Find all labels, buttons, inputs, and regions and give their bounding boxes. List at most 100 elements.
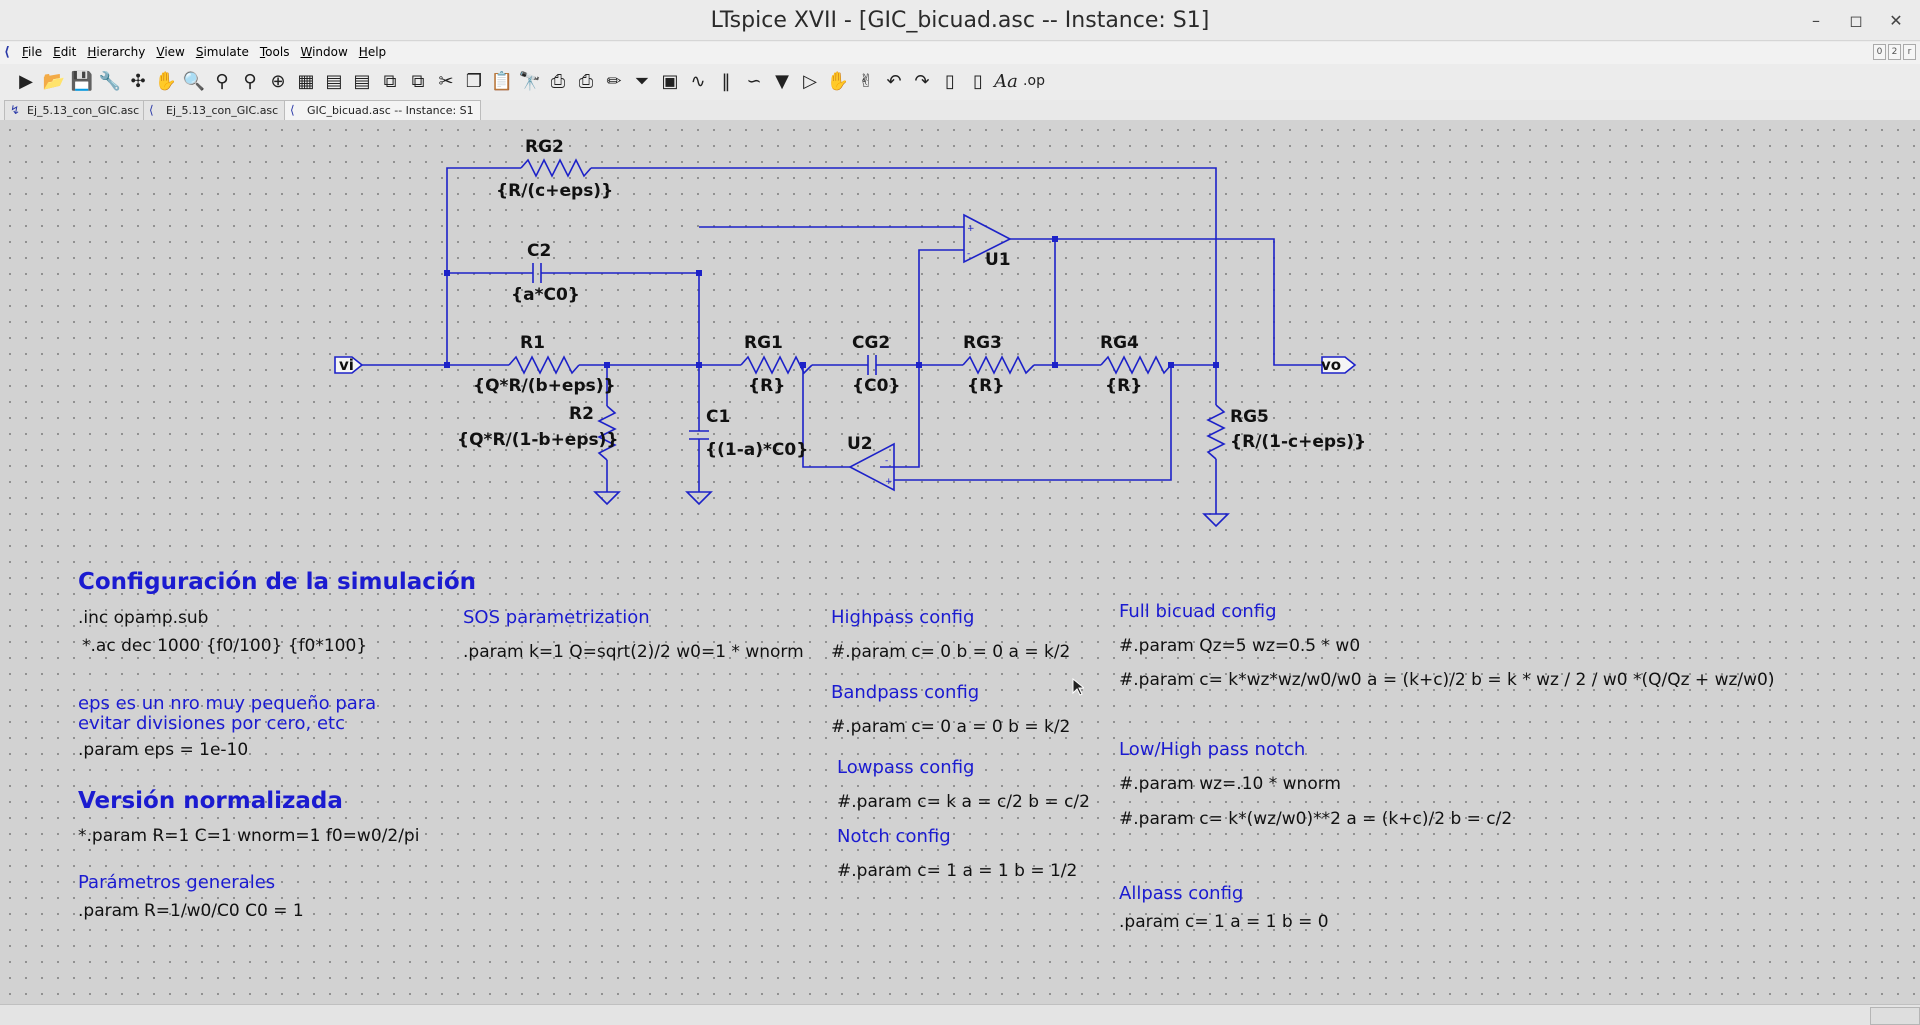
halt-icon[interactable]: ✣ bbox=[124, 68, 152, 94]
grid-icon[interactable]: ▤ bbox=[320, 68, 348, 94]
note-ap-title[interactable]: Allpass config bbox=[1119, 883, 1243, 904]
cascade-icon[interactable]: ⧉ bbox=[376, 68, 404, 94]
note-norm-title[interactable]: Versión normalizada bbox=[78, 788, 343, 814]
rg2-value[interactable]: {R/(c+eps)} bbox=[496, 181, 613, 201]
cg2-value[interactable]: {C0} bbox=[852, 376, 901, 396]
note-lp-title[interactable]: Lowpass config bbox=[837, 757, 974, 778]
directive-ac[interactable]: *.ac dec 1000 {f0/100} {f0*100} bbox=[82, 636, 367, 656]
text-icon[interactable]: Aa bbox=[992, 68, 1020, 94]
directive-lp[interactable]: #.param c= k a = c/2 b = c/2 bbox=[837, 792, 1090, 812]
r1-value[interactable]: {Q*R/(b+eps)} bbox=[473, 376, 616, 396]
u2-label[interactable]: U2 bbox=[847, 434, 873, 454]
note-gen-title[interactable]: Parámetros generales bbox=[78, 872, 275, 893]
vi-port-label[interactable]: vi bbox=[339, 356, 354, 374]
c2-label[interactable]: C2 bbox=[527, 241, 551, 261]
directive-full-2[interactable]: #.param c= k*wz*wz/w0/w0 a = (k+c)/2 b =… bbox=[1119, 670, 1774, 690]
cg2-label[interactable]: CG2 bbox=[852, 333, 890, 353]
directive-bp[interactable]: #.param c= 0 a = 0 b = k/2 bbox=[831, 717, 1070, 737]
r1-label[interactable]: R1 bbox=[520, 333, 545, 353]
component-icon[interactable]: ▷ bbox=[796, 68, 824, 94]
directive-full-1[interactable]: #.param Qz=5 wz=0.5 * w0 bbox=[1119, 636, 1360, 656]
menu-help[interactable]: Help bbox=[359, 45, 386, 59]
note-config-title[interactable]: Configuración de la simulación bbox=[78, 569, 476, 595]
rg4-value[interactable]: {R} bbox=[1105, 376, 1142, 396]
zoom-area-icon[interactable]: ⚲ bbox=[208, 68, 236, 94]
open-folder-icon[interactable]: 📂 bbox=[40, 68, 68, 94]
save-icon[interactable]: 💾 bbox=[68, 68, 96, 94]
mdi-restore-icon[interactable]: 2 bbox=[1888, 44, 1901, 60]
draw-wire-icon[interactable]: ✏ bbox=[600, 68, 628, 94]
note-eps-comment-2[interactable]: evitar divisiones por cero, etc bbox=[78, 713, 345, 734]
menu-view[interactable]: View bbox=[156, 45, 184, 59]
run-icon[interactable]: ▶ bbox=[12, 68, 40, 94]
rg4-label[interactable]: RG4 bbox=[1100, 333, 1139, 353]
capacitor-icon[interactable]: ‖ bbox=[712, 68, 740, 94]
print-setup-icon[interactable]: ⎙ bbox=[572, 68, 600, 94]
rotate-icon[interactable]: ▯ bbox=[936, 68, 964, 94]
directive-lhn-1[interactable]: #.param wz=.10 * wnorm bbox=[1119, 774, 1341, 794]
c1-value[interactable]: {(1-a)*C0} bbox=[705, 440, 808, 460]
u1-label[interactable]: U1 bbox=[985, 250, 1011, 270]
move-hand-icon[interactable]: ✋ bbox=[824, 68, 852, 94]
resistor-icon[interactable]: ∿ bbox=[684, 68, 712, 94]
autorange-icon[interactable]: ▦ bbox=[292, 68, 320, 94]
note-eps-comment-1[interactable]: eps es un nro muy pequeño para bbox=[78, 693, 376, 714]
menu-window[interactable]: Window bbox=[300, 45, 347, 59]
ground-icon[interactable]: ⏷ bbox=[628, 68, 656, 94]
menu-hierarchy[interactable]: Hierarchy bbox=[87, 45, 145, 59]
zoom-out-icon[interactable]: ⚲ bbox=[236, 68, 264, 94]
rg2-label[interactable]: RG2 bbox=[525, 137, 564, 157]
tile-horizontal-icon[interactable]: ▤ bbox=[348, 68, 376, 94]
undo-icon[interactable]: ↶ bbox=[880, 68, 908, 94]
control-panel-icon[interactable]: 🔧 bbox=[96, 68, 124, 94]
rg3-value[interactable]: {R} bbox=[967, 376, 1004, 396]
c2-value[interactable]: {a*C0} bbox=[511, 285, 580, 305]
note-sos-title[interactable]: SOS parametrization bbox=[463, 607, 650, 628]
note-full-title[interactable]: Full bicuad config bbox=[1119, 601, 1277, 622]
r2-value[interactable]: {Q*R/(1-b+eps)} bbox=[457, 430, 619, 450]
directive-gen[interactable]: .param R=1/w0/C0 C0 = 1 bbox=[78, 901, 304, 921]
directive-ap[interactable]: .param c= 1 a = 1 b = 0 bbox=[1119, 912, 1329, 932]
rg3-label[interactable]: RG3 bbox=[963, 333, 1002, 353]
spice-directive-icon[interactable]: .op bbox=[1020, 68, 1048, 94]
rg5-label[interactable]: RG5 bbox=[1230, 407, 1269, 427]
find-icon[interactable]: 🔭 bbox=[516, 68, 544, 94]
maximize-icon[interactable]: ◻ bbox=[1842, 6, 1870, 34]
c1-label[interactable]: C1 bbox=[706, 407, 730, 427]
print-icon[interactable]: ⎙ bbox=[544, 68, 572, 94]
vo-port-label[interactable]: vo bbox=[1321, 356, 1341, 374]
r2-label[interactable]: R2 bbox=[569, 404, 594, 424]
menu-file[interactable]: File bbox=[22, 45, 42, 59]
minimize-icon[interactable]: – bbox=[1802, 6, 1830, 34]
note-bp-title[interactable]: Bandpass config bbox=[831, 682, 979, 703]
paste-icon[interactable]: 📋 bbox=[488, 68, 516, 94]
tab-gic-bicuad[interactable]: ⟨ GIC_bicuad.asc -- Instance: S1 bbox=[284, 100, 481, 121]
label-net-icon[interactable]: ▣ bbox=[656, 68, 684, 94]
pan-hand-icon[interactable]: ✋ bbox=[152, 68, 180, 94]
diode-icon[interactable]: ▼ bbox=[768, 68, 796, 94]
copy-icon[interactable]: ❐ bbox=[460, 68, 488, 94]
menu-tools[interactable]: Tools bbox=[260, 45, 290, 59]
note-lhn-title[interactable]: Low/High pass notch bbox=[1119, 739, 1305, 760]
directive-inc[interactable]: .inc opamp.sub bbox=[78, 608, 208, 628]
close-icon[interactable]: ✕ bbox=[1882, 6, 1910, 34]
mdi-minimize-icon[interactable]: 0 bbox=[1873, 44, 1886, 60]
menu-simulate[interactable]: Simulate bbox=[196, 45, 249, 59]
directive-eps[interactable]: .param eps = 1e-10 bbox=[78, 740, 248, 760]
ltspice-app-icon[interactable]: ⟨ bbox=[4, 45, 18, 60]
redo-icon[interactable]: ↷ bbox=[908, 68, 936, 94]
menu-edit[interactable]: Edit bbox=[53, 45, 76, 59]
drag-hand-icon[interactable]: ✌ bbox=[852, 68, 880, 94]
rg5-value[interactable]: {R/(1-c+eps)} bbox=[1230, 432, 1366, 452]
zoom-in-icon[interactable]: 🔍 bbox=[180, 68, 208, 94]
directive-lhn-2[interactable]: #.param c= k*(wz/w0)**2 a = (k+c)/2 b = … bbox=[1119, 809, 1512, 829]
note-hp-title[interactable]: Highpass config bbox=[831, 607, 974, 628]
mirror-icon[interactable]: ▯ bbox=[964, 68, 992, 94]
tab-ej-5-13-schematic[interactable]: ⟨ Ej_5.13_con_GIC.asc bbox=[143, 100, 286, 120]
inductor-icon[interactable]: ∽ bbox=[740, 68, 768, 94]
directive-hp[interactable]: #.param c= 0 b = 0 a = k/2 bbox=[831, 642, 1070, 662]
directive-notch[interactable]: #.param c= 1 a = 1 b = 1/2 bbox=[837, 861, 1077, 881]
cut-icon[interactable]: ✂ bbox=[432, 68, 460, 94]
zoom-fit-icon[interactable]: ⊕ bbox=[264, 68, 292, 94]
schematic-canvas[interactable]: + - - + RG2 {R/(c+eps)} C2 {a*C0} R1 {Q*… bbox=[0, 120, 1920, 1004]
